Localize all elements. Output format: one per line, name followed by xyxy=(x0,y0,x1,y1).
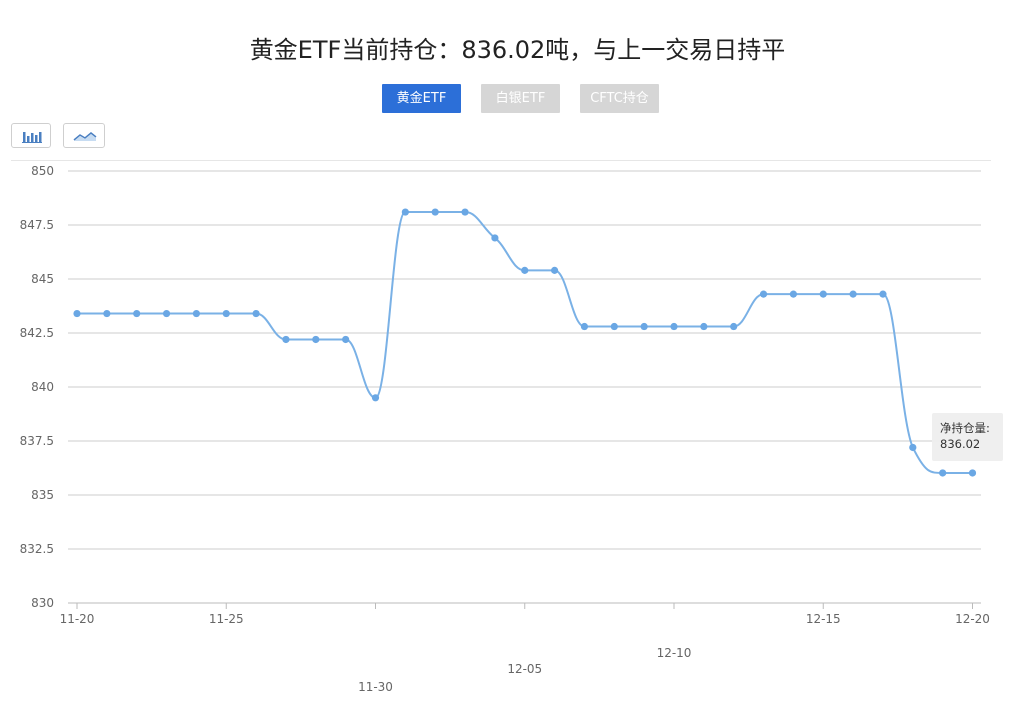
tooltip-label: 净持仓量: xyxy=(940,421,990,435)
data-point xyxy=(610,322,618,331)
data-point xyxy=(909,443,917,452)
data-point xyxy=(133,309,141,318)
data-point xyxy=(700,322,708,331)
data-point xyxy=(192,309,200,318)
data-point xyxy=(222,309,230,318)
data-point xyxy=(461,208,469,216)
x-tick-label: 12-20 xyxy=(955,612,990,626)
x-tick-label: 12-15 xyxy=(806,612,841,626)
series-line xyxy=(77,211,973,474)
data-point xyxy=(491,234,499,242)
data-point xyxy=(759,290,768,298)
data-point xyxy=(670,322,678,331)
data-point xyxy=(730,322,738,331)
data-point xyxy=(551,266,559,274)
y-tick-label: 847.5 xyxy=(20,218,54,232)
x-tick-label: 11-25 xyxy=(209,612,244,626)
data-point xyxy=(521,266,529,274)
x-tick-label: 12-10 xyxy=(657,646,692,660)
x-tick-label: 11-30 xyxy=(358,680,393,694)
data-point xyxy=(312,335,320,344)
y-tick-label: 832.5 xyxy=(20,542,54,556)
data-point xyxy=(819,290,827,298)
data-point xyxy=(252,309,260,318)
data-tooltip: 净持仓量: 836.02 xyxy=(932,413,1003,461)
y-tick-label: 842.5 xyxy=(20,326,54,340)
data-point xyxy=(968,469,977,477)
data-point xyxy=(73,309,81,318)
x-tick-label: 11-20 xyxy=(60,612,95,626)
data-point xyxy=(162,309,171,318)
data-point xyxy=(431,208,439,216)
data-point xyxy=(401,208,409,216)
y-tick-label: 835 xyxy=(31,488,54,502)
chart-plot: 850 847.5 845 842.5 840 837.5 835 832.5 830 11-20… xyxy=(20,164,990,694)
x-tick-label: 12-05 xyxy=(507,662,542,676)
data-point xyxy=(342,335,350,344)
tooltip-value: 836.02 xyxy=(940,437,981,451)
data-point xyxy=(939,469,947,477)
data-point xyxy=(103,309,111,318)
data-point xyxy=(282,335,290,344)
data-point xyxy=(640,322,648,331)
y-tick-label: 837.5 xyxy=(20,434,54,448)
y-tick-label: 840 xyxy=(31,380,54,394)
data-point xyxy=(879,290,887,298)
data-point xyxy=(371,394,380,402)
y-tick-label: 850 xyxy=(31,164,54,178)
data-point xyxy=(789,290,798,298)
y-tick-label: 830 xyxy=(31,596,54,610)
data-point xyxy=(580,322,589,331)
y-tick-label: 845 xyxy=(31,272,54,286)
data-point xyxy=(849,290,857,298)
